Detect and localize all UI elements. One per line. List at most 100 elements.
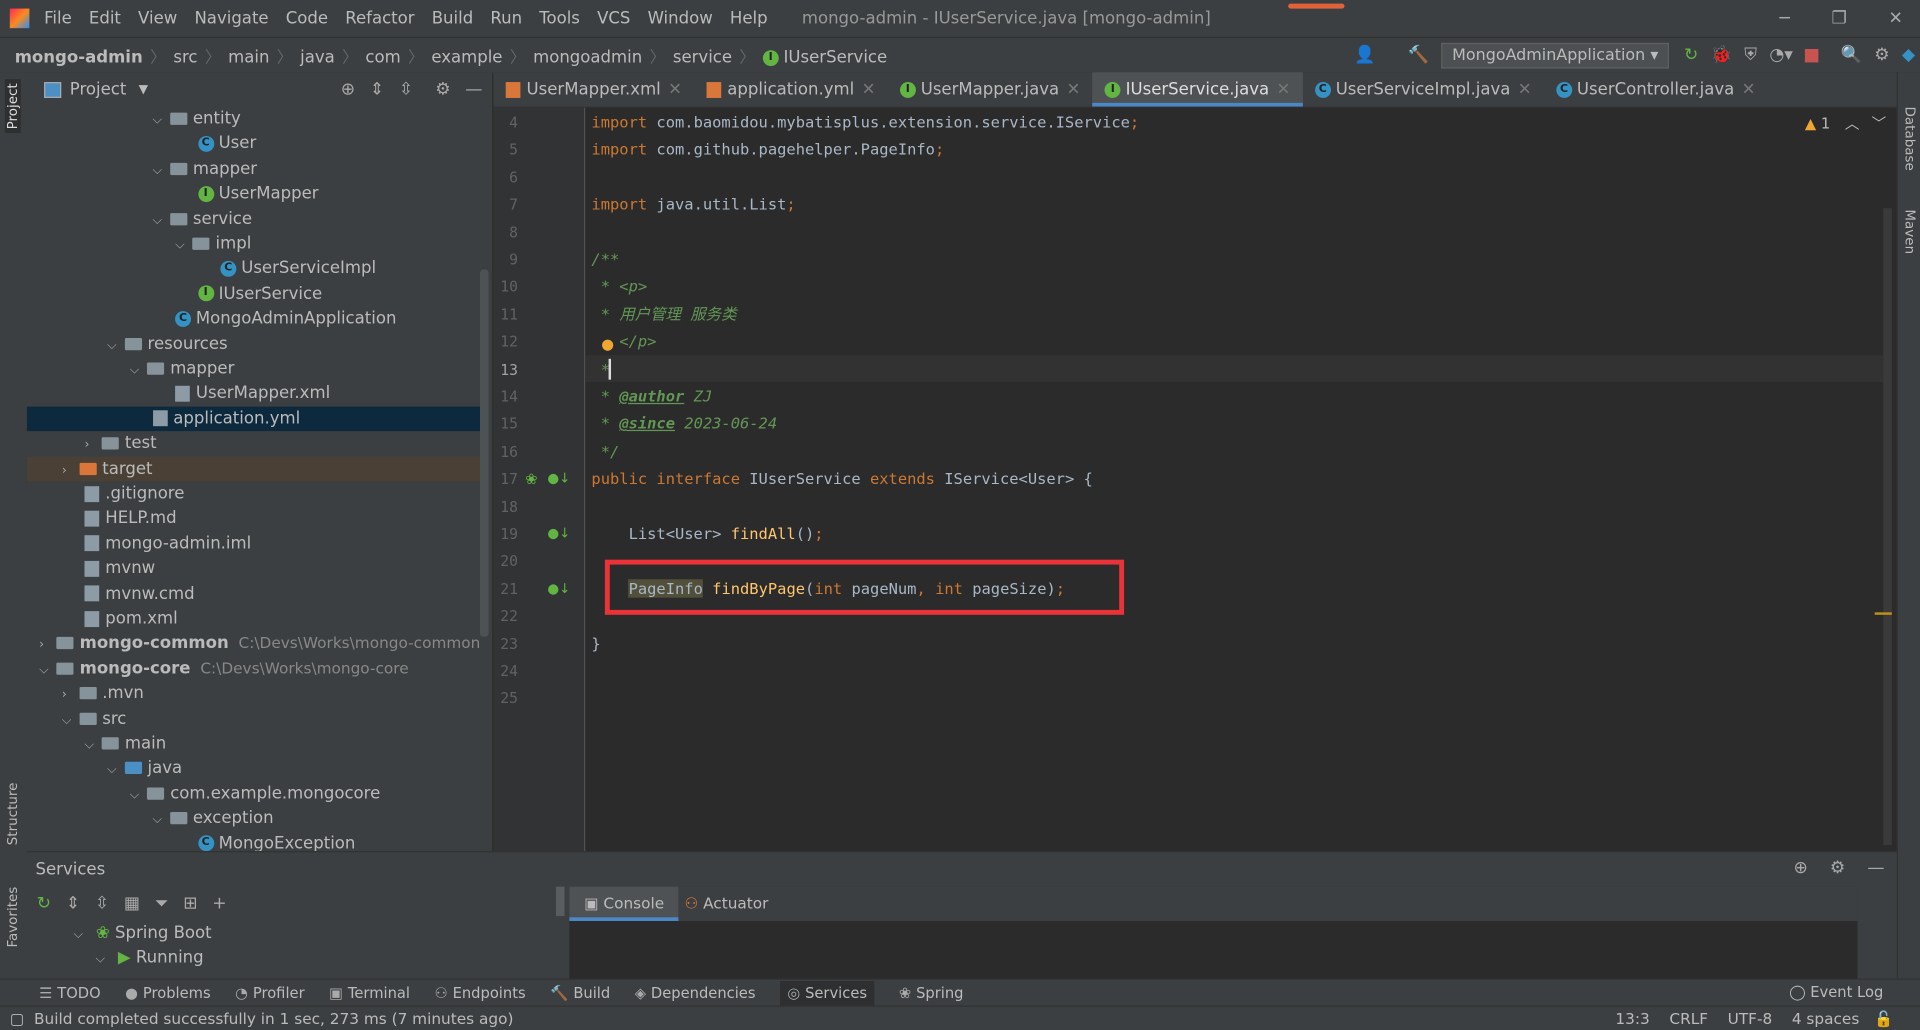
user-icon[interactable]: 👤: [1354, 45, 1375, 65]
tool-build[interactable]: 🔨 Build: [550, 985, 610, 1002]
tree-item[interactable]: C MongoException: [27, 831, 483, 852]
debug-icon[interactable]: 🐞: [1711, 45, 1732, 65]
hide-icon[interactable]: —: [465, 80, 482, 100]
tree-item[interactable]: C UserServiceImpl: [27, 256, 483, 281]
tree-item[interactable]: mvnw.cmd: [27, 581, 483, 606]
tree-item[interactable]: ⌵ com.example.mongocore: [27, 781, 483, 806]
editor-scrollbar[interactable]: [1883, 208, 1892, 846]
menu-window[interactable]: Window: [648, 9, 713, 29]
tree-item[interactable]: I UserMapper: [27, 181, 483, 206]
breadcrumb-item[interactable]: com: [365, 47, 400, 67]
tree-item[interactable]: application.yml: [26, 406, 483, 432]
breadcrumb-item[interactable]: mongoadmin: [533, 47, 642, 67]
intention-bulb-icon[interactable]: ●: [601, 336, 614, 353]
tool-favorites[interactable]: Favorites: [5, 887, 21, 948]
tree-item[interactable]: mvnw: [27, 556, 483, 581]
breadcrumb-item[interactable]: IUserService: [784, 47, 888, 67]
services-tree-spring-boot[interactable]: ⌵ ❀ Spring Boot: [73, 923, 211, 943]
code-line[interactable]: import com.baomidou.mybatisplus.extensio…: [591, 109, 1139, 136]
code-line[interactable]: * 用户管理 服务类: [591, 301, 737, 328]
gear-icon[interactable]: ⚙: [435, 80, 450, 100]
breadcrumb-item[interactable]: src: [173, 47, 197, 67]
tab-actuator[interactable]: ⚇ Actuator: [684, 887, 768, 921]
close-tab-icon[interactable]: ✕: [1277, 80, 1291, 100]
tool-database[interactable]: Database: [1902, 107, 1918, 171]
code-line[interactable]: /**: [591, 246, 619, 273]
editor-tab[interactable]: C UserController.java ✕: [1544, 72, 1768, 106]
add-icon[interactable]: +: [212, 894, 241, 914]
chevron-down-icon[interactable]: ⌵: [84, 734, 101, 759]
chevron-right-icon[interactable]: ›: [84, 434, 101, 459]
code-line[interactable]: * <p>: [591, 274, 647, 301]
breadcrumb-item[interactable]: java: [300, 47, 335, 67]
menu-edit[interactable]: Edit: [89, 9, 121, 29]
settings-icon[interactable]: ⚙: [1874, 45, 1889, 65]
tool-project[interactable]: Project: [4, 79, 21, 134]
tool-todo[interactable]: ☰ TODO: [39, 985, 101, 1002]
tree-item[interactable]: ⌵ exception: [27, 806, 483, 831]
caret-position[interactable]: 13:3: [1615, 1009, 1649, 1027]
code-line[interactable]: * @author ZJ: [591, 383, 712, 410]
tool-terminal[interactable]: ▣ Terminal: [329, 985, 410, 1002]
implemented-gutter-icon[interactable]: ●↓: [547, 581, 570, 597]
tool-structure[interactable]: Structure: [5, 783, 21, 846]
warnings-indicator[interactable]: ▲ 1 ︿ ﹀: [1805, 113, 1886, 134]
profile-icon[interactable]: ◔▾: [1769, 45, 1793, 65]
tree-item[interactable]: C User: [27, 132, 483, 157]
tree-item[interactable]: C MongoAdminApplication: [27, 306, 483, 331]
line-separator[interactable]: CRLF: [1669, 1009, 1708, 1027]
close-icon[interactable]: ✕: [1888, 9, 1902, 29]
chevron-down-icon[interactable]: ⌵: [152, 809, 169, 834]
code-line[interactable]: List<User> findAll();: [591, 520, 824, 547]
expand-icon[interactable]: ⇕: [66, 894, 95, 914]
refresh-icon[interactable]: ↻: [37, 894, 66, 914]
editor-tab[interactable]: UserMapper.xml ✕: [493, 72, 694, 106]
menu-navigate[interactable]: Navigate: [194, 9, 268, 29]
menu-refactor[interactable]: Refactor: [345, 9, 414, 29]
close-tab-icon[interactable]: ✕: [1742, 80, 1756, 100]
editor-tab[interactable]: I UserMapper.java ✕: [888, 72, 1093, 106]
menu-vcs[interactable]: VCS: [597, 9, 630, 29]
tree-item[interactable]: › mongo-common C:\Devs\Works\mongo-common: [27, 631, 483, 656]
tool-dependencies[interactable]: ◈ Dependencies: [635, 985, 756, 1002]
code-line[interactable]: }: [591, 630, 600, 657]
close-tab-icon[interactable]: ✕: [1066, 80, 1080, 100]
implemented-gutter-icon[interactable]: ●↓: [547, 470, 570, 486]
menu-help[interactable]: Help: [730, 9, 768, 29]
close-tab-icon[interactable]: ✕: [668, 80, 682, 100]
code-line[interactable]: * @since 2023-06-24: [591, 411, 777, 438]
restore-icon[interactable]: ❐: [1831, 9, 1846, 29]
close-tab-icon[interactable]: ✕: [1518, 80, 1532, 100]
tree-item[interactable]: ⌵ src: [27, 706, 483, 731]
tool-maven[interactable]: Maven: [1902, 209, 1918, 254]
chevron-right-icon[interactable]: ›: [62, 684, 79, 709]
event-log-button[interactable]: ◯ Event Log: [1789, 983, 1883, 1000]
status-message[interactable]: Build completed successfully in 1 sec, 2…: [34, 1009, 513, 1027]
tree-item[interactable]: ⌵ entity: [27, 107, 483, 132]
menu-file[interactable]: File: [44, 9, 72, 29]
tree-item[interactable]: › target: [26, 456, 483, 484]
tree-item[interactable]: mongo-admin.iml: [27, 531, 483, 556]
tree-item[interactable]: › test: [27, 431, 483, 456]
collapse-all-icon[interactable]: ⇳: [399, 80, 413, 100]
chevron-right-icon[interactable]: ›: [62, 459, 79, 484]
tree-item[interactable]: pom.xml: [27, 606, 483, 631]
tree-item[interactable]: UserMapper.xml: [27, 381, 483, 406]
build-hammer-icon[interactable]: 🔨: [1408, 45, 1429, 65]
chevron-down-icon[interactable]: ⌵: [130, 359, 147, 384]
menu-code[interactable]: Code: [286, 9, 328, 29]
collapse-icon[interactable]: ⇳: [95, 894, 124, 914]
services-tree-running[interactable]: ⌵ ▶ Running: [96, 948, 204, 968]
stop-icon[interactable]: [1805, 48, 1819, 62]
breadcrumb-item[interactable]: service: [673, 47, 732, 67]
chevron-down-icon[interactable]: ⌵: [175, 234, 192, 259]
chevron-right-icon[interactable]: ›: [39, 634, 56, 659]
breadcrumb-item[interactable]: main: [228, 47, 269, 67]
tree-item[interactable]: I IUserService: [27, 281, 483, 306]
code-line[interactable]: import java.util.List;: [591, 191, 795, 218]
tree-item[interactable]: ⌵ impl: [27, 231, 483, 256]
chevron-down-icon[interactable]: ⌵: [107, 759, 124, 784]
coverage-icon[interactable]: ⛨: [1744, 45, 1757, 65]
locate-icon[interactable]: ⊕: [341, 80, 355, 100]
code-line[interactable]: *: [591, 356, 610, 383]
